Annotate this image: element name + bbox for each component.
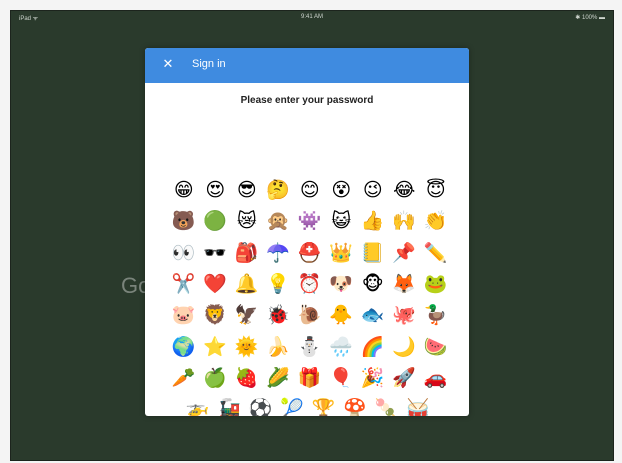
sign-in-dialog: ✕ Sign in Please enter your password 😁 😍 😎… [145,48,469,416]
emoji-key[interactable]: 🦊 [389,269,421,300]
emoji-key[interactable]: 🏆 [308,395,340,416]
emoji-key[interactable]: 🔔 [231,269,263,300]
password-prompt: Please enter your password [240,95,374,106]
emoji-key[interactable]: 🎈 [326,363,358,394]
emoji-key[interactable]: 🚀 [389,363,421,394]
emoji-key[interactable]: 🥁 [403,395,435,416]
emoji-key[interactable]: 🙌 [389,206,421,237]
emoji-key[interactable]: 😉 [357,175,389,206]
emoji-key[interactable]: 😂 [389,175,421,206]
close-icon[interactable]: ✕ [159,56,177,74]
emoji-key[interactable]: 😵 [326,175,358,206]
emoji-key[interactable]: 👏 [420,206,452,237]
emoji-key[interactable]: 🌈 [357,331,389,362]
emoji-key[interactable]: ✏️ [420,238,452,269]
dialog-title: Sign in [192,58,226,70]
emoji-key[interactable]: ⛑️ [294,238,326,269]
emoji-key[interactable]: 🥕 [168,363,200,394]
emoji-key[interactable]: 😍 [200,175,232,206]
emoji-key[interactable]: 🙊 [263,206,295,237]
emoji-key[interactable]: 🍡 [371,395,403,416]
emoji-key[interactable]: 🎁 [294,363,326,394]
emoji-key[interactable]: 🦅 [231,300,263,331]
emoji-key[interactable]: 🎉 [357,363,389,394]
emoji-key[interactable]: 🦆 [420,300,452,331]
emoji-key[interactable]: ⚽ [245,395,277,416]
emoji-key[interactable]: 😿 [231,206,263,237]
emoji-key[interactable]: ❤️ [200,269,232,300]
emoji-key[interactable]: 💡 [263,269,295,300]
emoji-key[interactable]: ⭐ [200,331,232,362]
emoji-key[interactable]: 🎾 [277,395,309,416]
emoji-key[interactable]: 🐟 [357,300,389,331]
emoji-key[interactable]: 😺 [326,206,358,237]
emoji-key[interactable]: 🍄 [340,395,372,416]
emoji-key[interactable]: 🐻 [168,206,200,237]
dialog-header: ✕ Sign in [145,48,469,83]
emoji-key[interactable]: 📒 [357,238,389,269]
emoji-key[interactable]: 🐙 [389,300,421,331]
emoji-key[interactable]: 🌍 [168,331,200,362]
emoji-key[interactable]: 🐵 [357,269,389,300]
emoji-key[interactable]: 🚁 [182,395,214,416]
emoji-key[interactable]: 😇 [420,175,452,206]
emoji-key[interactable]: 😎 [231,175,263,206]
emoji-key[interactable]: 👀 [168,238,200,269]
emoji-key[interactable]: 👑 [326,238,358,269]
emoji-key[interactable]: 🌽 [263,363,295,394]
emoji-key[interactable]: 🟢 [200,206,232,237]
emoji-key[interactable]: 🐥 [326,300,358,331]
emoji-key[interactable]: ✂️ [168,269,200,300]
emoji-key[interactable]: 🤔 [263,175,295,206]
emoji-key[interactable]: 🌞 [231,331,263,362]
emoji-password-grid: 😁 😍 😎 🤔 😊 😵 😉 😂 😇 🐻 🟢 😿 🙊 👾 😺 👍 🙌 👏 👀 🕶️ 🎒 ☂️ ⛑️ 👑 📒 📌 ✏️ ✂️ ❤️ 🔔 💡 ⏰ 🐶 🐵… [168,175,452,394]
emoji-key[interactable]: 😊 [294,175,326,206]
emoji-key[interactable]: ⏰ [294,269,326,300]
emoji-password-last-row: 🚁 🚂 ⚽ 🎾 🏆 🍄 🍡 🥁 [182,395,442,416]
emoji-key[interactable]: 🍓 [231,363,263,394]
emoji-key[interactable]: 🚗 [420,363,452,394]
emoji-key[interactable]: 🍏 [200,363,232,394]
emoji-key[interactable]: 👍 [357,206,389,237]
emoji-key[interactable]: 🍉 [420,331,452,362]
emoji-key[interactable]: 🐞 [263,300,295,331]
emoji-key[interactable]: ☂️ [263,238,295,269]
status-bar: iPad ᯤ 9:41 AM ✱ 100% ▬ [11,11,613,25]
emoji-key[interactable]: 🐸 [420,269,452,300]
emoji-key[interactable]: 🦁 [200,300,232,331]
emoji-key[interactable]: 🕶️ [200,238,232,269]
status-battery: ✱ 100% ▬ [575,15,605,21]
emoji-key[interactable]: 👾 [294,206,326,237]
emoji-key[interactable]: 😁 [168,175,200,206]
status-time: 9:41 AM [300,14,323,20]
emoji-key[interactable]: 🐷 [168,300,200,331]
emoji-key[interactable]: 🐶 [326,269,358,300]
emoji-key[interactable]: 🍌 [263,331,295,362]
emoji-key[interactable]: 📌 [389,238,421,269]
emoji-key[interactable]: 🐌 [294,300,326,331]
emoji-key[interactable]: 🌧️ [326,331,358,362]
emoji-key[interactable]: ⛄ [294,331,326,362]
emoji-key[interactable]: 🎒 [231,238,263,269]
emoji-key[interactable]: 🚂 [214,395,246,416]
emoji-key[interactable]: 🌙 [389,331,421,362]
